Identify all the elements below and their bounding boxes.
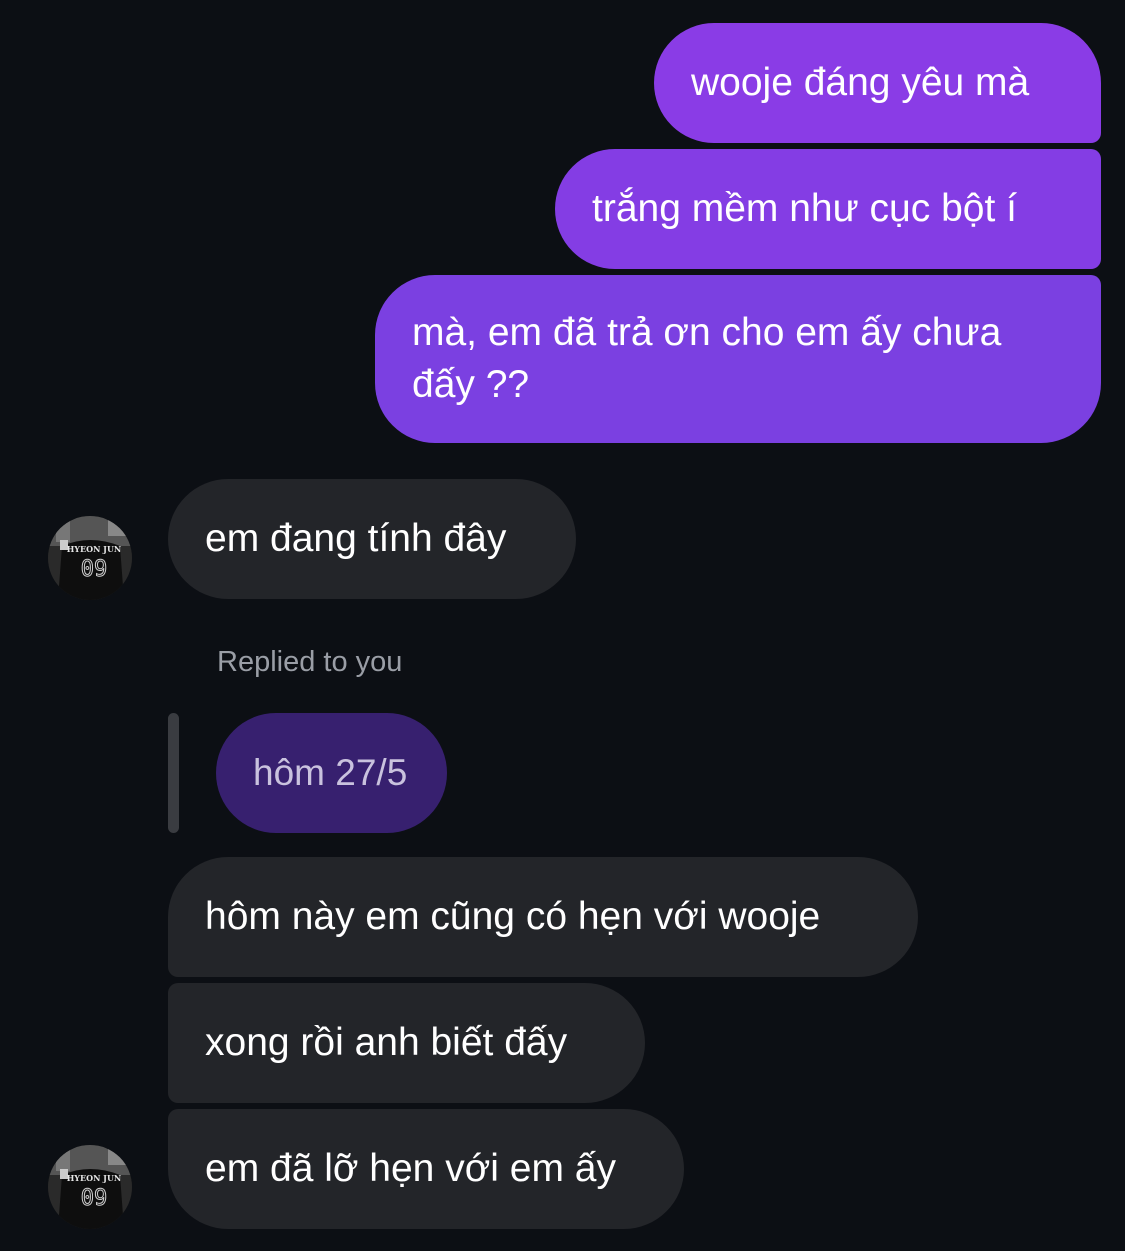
sent-message[interactable]: mà, em đã trả ơn cho em ấy chưa đấy ?? [375,275,1101,443]
message-text: wooje đáng yêu mà [691,61,1030,104]
quoted-message[interactable]: hôm 27/5 [216,713,447,833]
message-text: trắng mềm như cục bột í [592,187,1017,230]
received-message[interactable]: em đã lỡ hẹn với em ấy [168,1109,684,1229]
message-text: hôm này em cũng có hẹn với wooje [205,895,821,938]
received-message[interactable]: hôm này em cũng có hẹn với wooje [168,857,918,977]
sent-message[interactable]: wooje đáng yêu mà [654,23,1101,143]
message-text: em đã lỡ hẹn với em ấy [205,1147,616,1190]
received-message[interactable]: xong rồi anh biết đấy [168,983,645,1103]
contact-avatar[interactable]: HYEON JUN 09 [48,1145,132,1229]
avatar-shirt-number: 09 [81,557,108,582]
contact-avatar[interactable]: HYEON JUN 09 [48,516,132,600]
message-text: xong rồi anh biết đấy [205,1021,568,1064]
avatar-shirt-number: 09 [81,1186,108,1211]
message-text-line-2: đấy ?? [412,363,530,406]
replied-to-label: Replied to you [217,646,403,678]
received-message[interactable]: em đang tính đây [168,479,576,599]
avatar-shirt-name: HYEON JUN [67,1173,122,1183]
reply-indicator-bar [168,713,179,833]
message-text-line-1: mà, em đã trả ơn cho em ấy chưa [412,311,1002,354]
message-text: em đang tính đây [205,517,507,560]
avatar-image: HYEON JUN 09 [48,516,132,600]
quoted-message-text: hôm 27/5 [253,752,408,793]
avatar-image: HYEON JUN 09 [48,1145,132,1229]
sent-message[interactable]: trắng mềm như cục bột í [555,149,1101,269]
avatar-shirt-name: HYEON JUN [67,544,122,554]
